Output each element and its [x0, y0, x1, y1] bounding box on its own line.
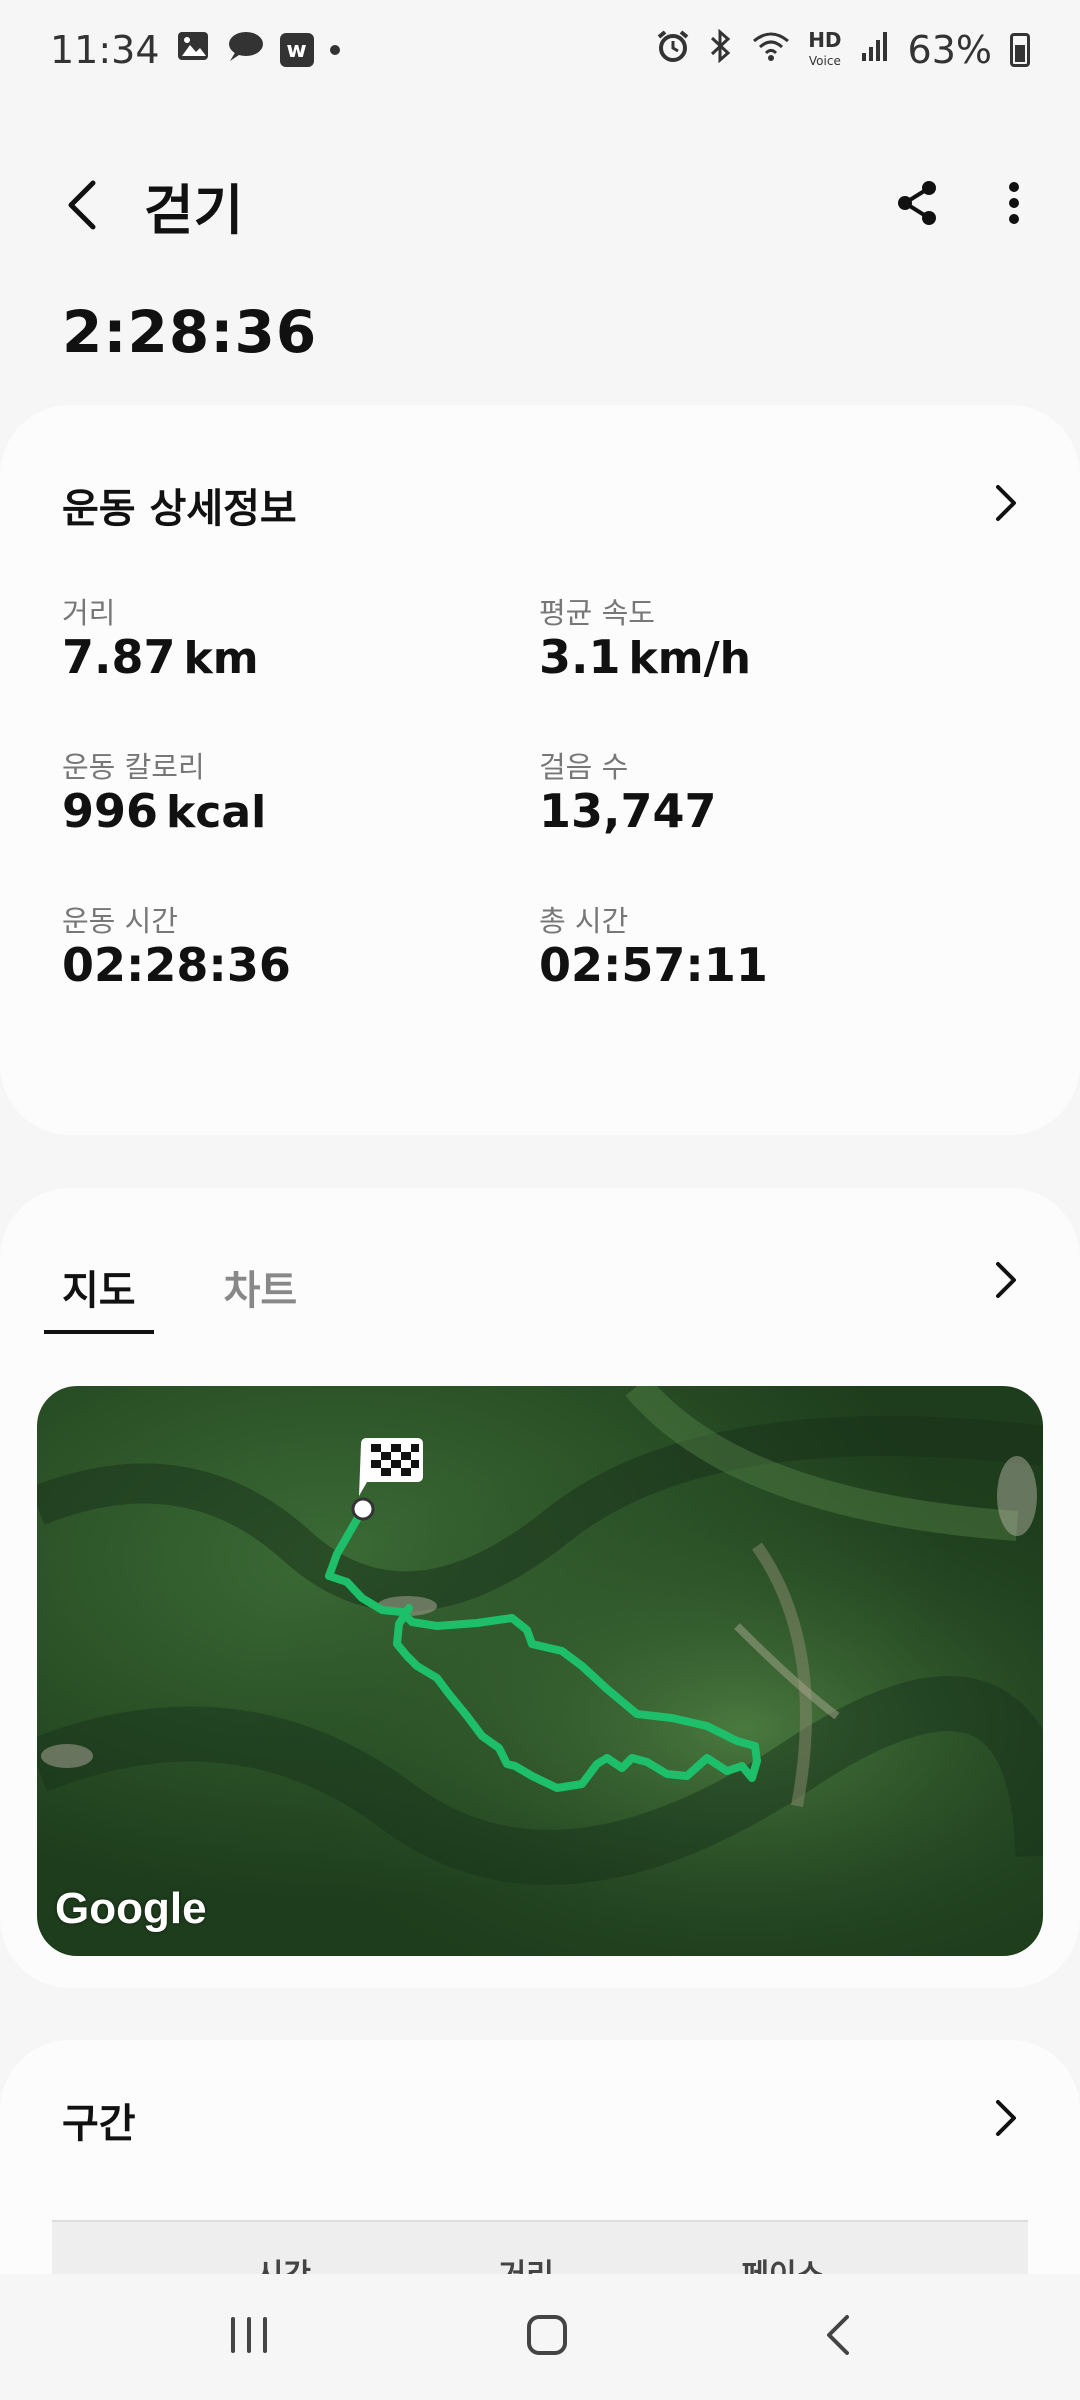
map-card: 지도 차트 Google [0, 1188, 1080, 1988]
stat-value: 3.1 [539, 630, 621, 684]
stat-workout-time: 운동 시간 02:28:36 [62, 898, 539, 992]
tab-map[interactable]: 지도 [44, 1258, 154, 1334]
google-attribution: Google [55, 1884, 207, 1933]
stat-total-time: 총 시간 02:57:11 [539, 898, 1018, 992]
wifi-icon [752, 28, 790, 72]
system-nav-bar [0, 2274, 1080, 2400]
share-button[interactable] [896, 180, 938, 230]
stat-value: 02:57:11 [539, 938, 768, 992]
workout-details-card: 운동 상세정보 거리 7.87 km 평균 속도 3.1 km/h 운동 칼로리 9… [0, 405, 1080, 1135]
home-icon[interactable] [525, 2313, 569, 2361]
stat-average-speed: 평균 속도 3.1 km/h [539, 590, 1018, 684]
chevron-right-icon[interactable] [994, 1260, 1018, 1304]
stat-value: 13,747 [539, 784, 717, 838]
signal-icon [860, 28, 890, 72]
stat-steps: 걸음 수 13,747 [539, 744, 1018, 838]
recent-apps-icon[interactable] [227, 2315, 271, 2359]
satellite-map-image [37, 1386, 1043, 1956]
share-icon [898, 181, 936, 225]
status-bar: 11:34 w HD Voice 63% [0, 0, 1080, 100]
w-app-icon: w [279, 33, 314, 67]
clock: 11:34 [50, 28, 160, 72]
stat-calories: 운동 칼로리 996 kcal [62, 744, 539, 838]
app-header: 걷기 [0, 150, 1080, 260]
page-title: 걷기 [144, 178, 244, 242]
battery-icon [1010, 33, 1030, 67]
stat-value: 02:28:36 [62, 938, 291, 992]
route-map[interactable]: Google [37, 1386, 1043, 1956]
workout-details-title: 운동 상세정보 [62, 486, 297, 532]
stat-unit: km [183, 633, 259, 684]
stat-value: 996 [62, 784, 159, 838]
more-vert-icon [1009, 182, 1019, 224]
battery-percent: 63% [907, 28, 992, 72]
stat-distance: 거리 7.87 km [62, 590, 539, 684]
workout-duration: 2:28:36 [62, 298, 318, 366]
stat-label: 총 시간 [539, 904, 629, 938]
back-arrow-icon [68, 180, 96, 230]
splits-title: 구간 [62, 2101, 136, 2147]
image-icon [176, 28, 210, 72]
chat-icon [226, 28, 264, 72]
back-nav-icon[interactable] [823, 2313, 853, 2361]
back-button[interactable] [60, 180, 104, 230]
stat-unit: kcal [166, 787, 267, 838]
stat-label: 걸음 수 [539, 750, 629, 784]
map-tabs: 지도 차트 [44, 1258, 298, 1334]
tab-chart[interactable]: 차트 [224, 1258, 298, 1334]
stat-label: 운동 칼로리 [62, 750, 205, 784]
stat-value: 7.87 [62, 630, 176, 684]
dot-icon [329, 45, 340, 55]
splits-table-header: 시간 거리 페이스 [52, 2220, 1028, 2293]
chevron-right-icon[interactable] [994, 2098, 1018, 2142]
splits-header[interactable]: 구간 [0, 2040, 1080, 2170]
workout-details-header[interactable]: 운동 상세정보 [0, 455, 1080, 555]
stat-unit: km/h [628, 633, 752, 684]
more-options-button[interactable] [1008, 181, 1020, 229]
stat-label: 평균 속도 [539, 596, 655, 630]
hd-voice-icon: HD Voice [808, 27, 842, 68]
chevron-right-icon[interactable] [994, 483, 1018, 527]
stat-label: 운동 시간 [62, 904, 178, 938]
bluetooth-icon [708, 28, 734, 72]
alarm-icon [656, 28, 690, 72]
stats-grid: 거리 7.87 km 평균 속도 3.1 km/h 운동 칼로리 996 kcal 걸… [62, 590, 1018, 992]
stat-label: 거리 [62, 596, 116, 630]
